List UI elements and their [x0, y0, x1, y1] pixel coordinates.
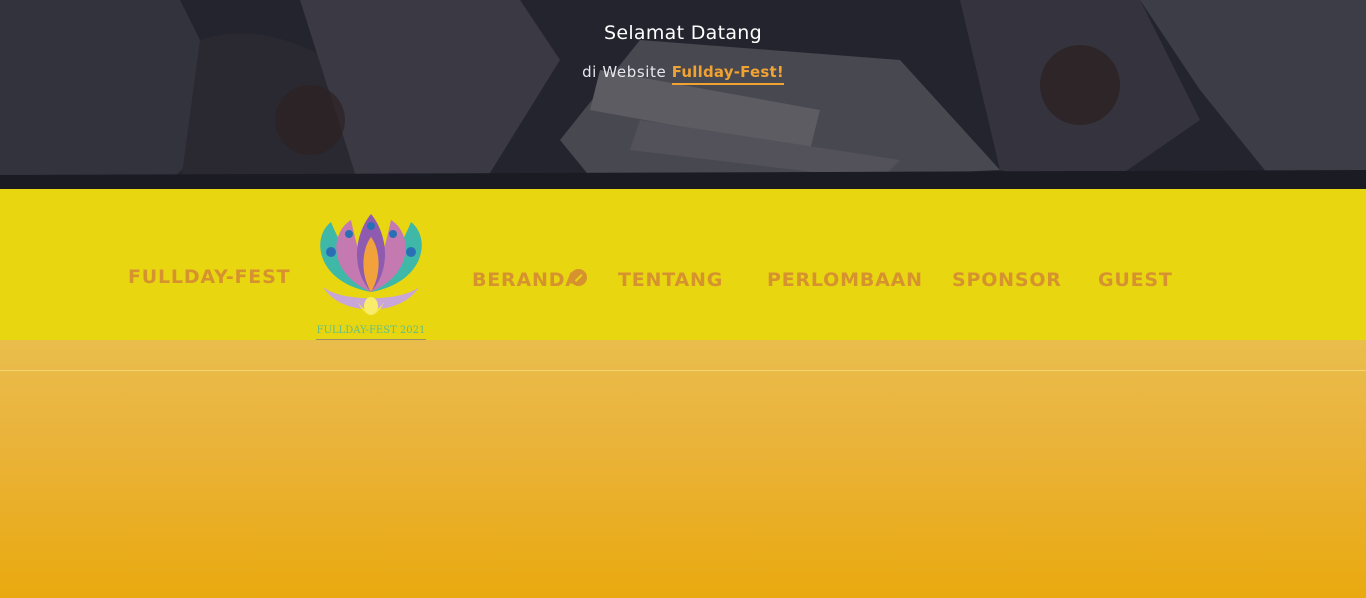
hero-section: Selamat Datang di Website Fullday-Fest!: [0, 0, 1366, 189]
nav-item-perlombaan[interactable]: PERLOMBAAN: [767, 269, 923, 291]
logo-wordmark: FULLDAY-FEST 2021: [317, 325, 426, 336]
nav-item-sponsor[interactable]: SPONSOR: [952, 269, 1062, 291]
navbar-brand-link[interactable]: FULLDAY-FEST: [128, 266, 290, 288]
hero-subtitle: di Website Fullday-Fest!: [0, 63, 1366, 85]
nav-item-guest[interactable]: GUEST: [1098, 269, 1173, 291]
hero-subtitle-brand: Fullday-Fest!: [671, 63, 784, 85]
section-divider: [0, 370, 1366, 371]
nav-item-beranda[interactable]: BERANDA: [472, 269, 581, 291]
content-section: [0, 340, 1366, 598]
active-indicator-icon: [570, 269, 587, 286]
main-navbar: FULLDAY-FEST FULLDAY-FEST 2021 BERANDA T…: [0, 189, 1366, 341]
hero-title: Selamat Datang: [604, 22, 762, 44]
nav-item-tentang[interactable]: TENTANG: [618, 269, 723, 291]
fullday-fest-logo: FULLDAY-FEST 2021: [316, 214, 426, 341]
hero-subtitle-prefix: di Website: [582, 63, 667, 81]
